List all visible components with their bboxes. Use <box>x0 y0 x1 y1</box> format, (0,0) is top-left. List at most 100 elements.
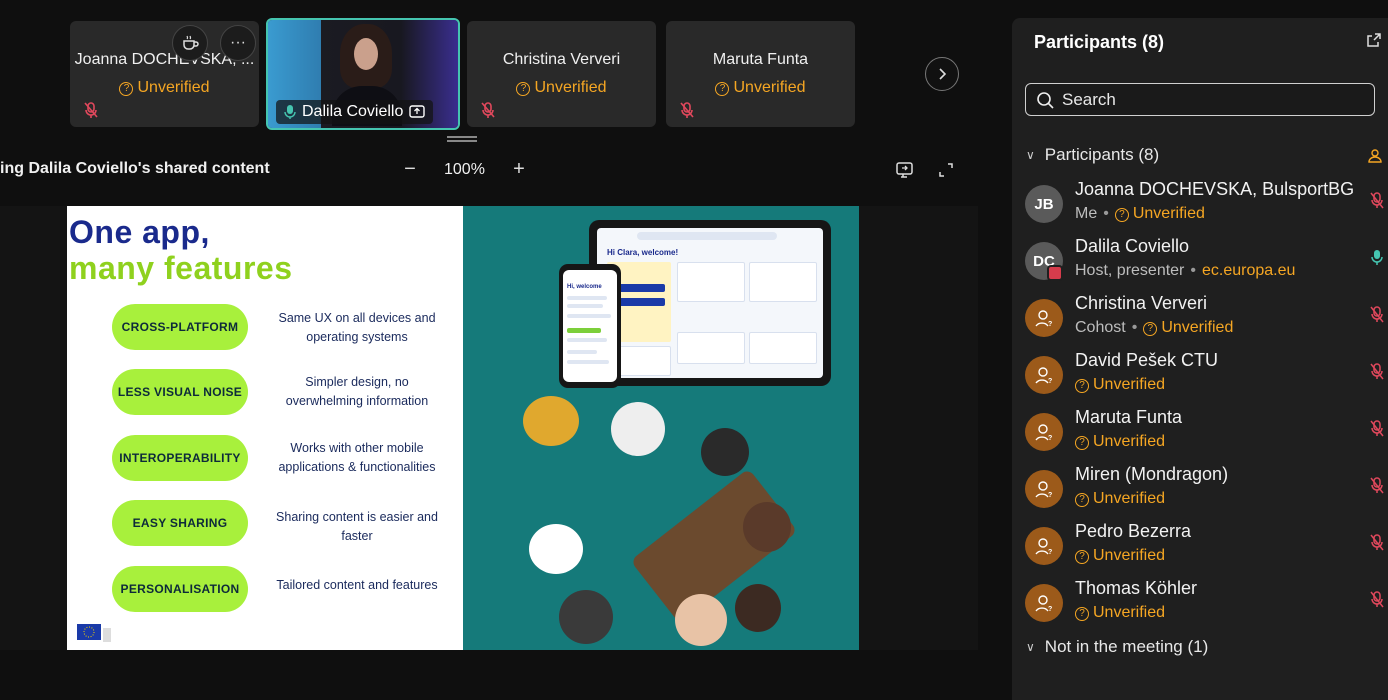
presenting-badge-icon <box>1047 265 1063 281</box>
mic-muted-icon <box>680 102 694 118</box>
svg-text:?: ? <box>1048 492 1052 499</box>
break-cup-button[interactable] <box>172 25 208 61</box>
phone-greeting: Hi, welcome <box>567 284 602 290</box>
svg-text:?: ? <box>1048 606 1052 613</box>
section-label: Not in the meeting (1) <box>1044 637 1209 656</box>
feature-desc: Sharing content is easier and faster <box>276 510 438 543</box>
question-icon: ? <box>516 82 531 96</box>
participant-name: Christina Ververi <box>1075 293 1208 313</box>
feature-pill: CROSS-PLATFORM <box>112 304 248 350</box>
participant-row-david[interactable]: ? David Pešek CTU ? Unverified <box>1025 349 1388 405</box>
mic-muted-icon <box>84 102 98 118</box>
zoom-controls: − 100% + <box>400 158 529 181</box>
fullscreen-icon[interactable] <box>938 162 954 178</box>
participant-name: Maruta Funta <box>1075 407 1183 427</box>
slide-title-line2: many features <box>69 250 293 286</box>
svg-text:?: ? <box>1048 435 1052 442</box>
slide-left-panel: One app, many features CROSS-PLATFORM Sa… <box>67 206 463 650</box>
question-icon: ? <box>1114 208 1129 222</box>
meeting-window: Joanna DOCHEVSKA, ... ? Unverified ··· Da… <box>0 0 1388 700</box>
chevron-down-icon: ∨ <box>1026 148 1035 162</box>
feature-desc: Tailored content and features <box>276 578 438 592</box>
mic-muted-icon[interactable] <box>1370 591 1384 609</box>
mic-muted-icon[interactable] <box>1370 306 1384 324</box>
person-illustration <box>523 396 579 446</box>
question-icon: ? <box>1075 607 1089 621</box>
participant-row-pedro[interactable]: ? Pedro Bezerra ? Unverified <box>1025 520 1388 576</box>
feature-desc: Same UX on all devices and operating sys… <box>278 311 436 344</box>
guest-avatar-icon: ? <box>1025 413 1063 451</box>
person-illustration <box>611 402 665 456</box>
mic-muted-icon[interactable] <box>1370 420 1384 438</box>
participant-search[interactable] <box>1025 83 1375 116</box>
participant-row-miren[interactable]: ? Miren (Mondragon) ? Unverified <box>1025 463 1388 519</box>
guest-avatar-icon: ? <box>1025 584 1063 622</box>
eu-flag-logo <box>77 624 111 642</box>
more-dots-icon: ··· <box>230 34 246 51</box>
participants-panel: Participants (8) ∨ Participants (8) JB J… <box>1012 18 1388 700</box>
resize-drag-handle[interactable] <box>447 136 477 142</box>
tablet-mockup: Hi Clara, welcome! <box>589 220 831 386</box>
participant-row-thomas[interactable]: ? Thomas Köhler ? Unverified <box>1025 577 1388 633</box>
participant-tile-maruta[interactable]: Maruta Funta ? Unverified <box>666 21 855 127</box>
tablet-greeting: Hi Clara, welcome! <box>607 248 679 257</box>
participant-subtitle: Host, presenter • ec.europa.eu <box>1075 262 1296 279</box>
participant-row-christina[interactable]: ? Christina Ververi Cohost •? Unverified <box>1025 292 1388 348</box>
participant-name: Thomas Köhler <box>1075 578 1198 598</box>
person-illustration <box>735 584 781 632</box>
zoom-in-button[interactable]: + <box>509 158 529 181</box>
question-icon: ? <box>1075 436 1089 450</box>
next-tiles-button[interactable] <box>925 57 959 91</box>
zoom-out-button[interactable]: − <box>400 158 420 181</box>
zoom-level: 100% <box>444 160 485 178</box>
mic-muted-icon[interactable] <box>1370 363 1384 381</box>
participant-subtitle: ? Unverified <box>1075 376 1165 394</box>
participant-row-dalila[interactable]: DC Dalila Coviello Host, presenter • ec.eu… <box>1025 235 1388 291</box>
question-icon: ? <box>1143 322 1158 336</box>
svg-text:?: ? <box>1048 549 1052 556</box>
participant-subtitle: ? Unverified <box>1075 547 1165 565</box>
person-illustration <box>675 594 727 646</box>
person-illustration <box>529 524 583 574</box>
mic-active-icon[interactable] <box>1370 249 1384 267</box>
participant-name: David Pešek CTU <box>1075 350 1219 370</box>
participant-subtitle: Cohost •? Unverified <box>1075 319 1234 336</box>
feature-pill: LESS VISUAL NOISE <box>112 369 248 415</box>
participant-row-maruta[interactable]: ? Maruta Funta ? Unverified <box>1025 406 1388 462</box>
participant-row-joanna[interactable]: JB Joanna DOCHEVSKA, BulsportBG Me •? Unve… <box>1025 178 1388 234</box>
participant-tile-christina[interactable]: Christina Ververi ? Unverified <box>467 21 656 127</box>
tile-status: ? Unverified <box>467 79 656 97</box>
slide-title-line1: One app, <box>69 214 210 250</box>
mic-muted-icon[interactable] <box>1370 534 1384 552</box>
section-not-in-meeting-toggle[interactable]: ∨ Not in the meeting (1) <box>1026 637 1208 657</box>
speaker-name: Dalila Coviello <box>302 103 404 120</box>
feature-pill: EASY SHARING <box>112 500 248 546</box>
mic-muted-icon[interactable] <box>1370 477 1384 495</box>
question-icon: ? <box>1075 379 1089 393</box>
mic-muted-icon[interactable] <box>1370 192 1384 210</box>
pop-out-icon[interactable] <box>1366 32 1382 48</box>
participant-subtitle: ? Unverified <box>1075 490 1165 508</box>
participant-name: Joanna DOCHEVSKA, BulsportBG <box>1075 179 1355 199</box>
search-input[interactable] <box>1062 89 1352 110</box>
tile-status: ? Unverified <box>70 79 259 97</box>
search-icon <box>1037 91 1054 109</box>
more-options-button[interactable]: ··· <box>220 25 256 61</box>
chevron-right-icon <box>939 68 947 80</box>
section-participants-toggle[interactable]: ∨ Participants (8) <box>1026 145 1159 165</box>
people-waiting-icon[interactable] <box>1367 148 1383 164</box>
tile-name: Christina Ververi <box>502 51 621 68</box>
mic-muted-icon <box>481 102 495 118</box>
video-person-face <box>354 38 378 70</box>
presentation-slide: One app, many features CROSS-PLATFORM Sa… <box>67 206 859 650</box>
pop-out-share-icon[interactable] <box>895 161 915 179</box>
tile-name: Maruta Funta <box>712 51 809 68</box>
feature-desc: Works with other mobile applications & f… <box>278 441 436 474</box>
shared-content-title: ing Dalila Coviello's shared content <box>0 160 270 177</box>
feature-pill: PERSONALISATION <box>112 566 248 612</box>
participant-tile-dalila-active-speaker[interactable]: Dalila Coviello <box>266 18 460 130</box>
panel-title: Participants (8) <box>1034 32 1165 52</box>
person-illustration <box>701 428 749 476</box>
svg-text:?: ? <box>1048 378 1052 385</box>
participant-name: Pedro Bezerra <box>1075 521 1192 541</box>
